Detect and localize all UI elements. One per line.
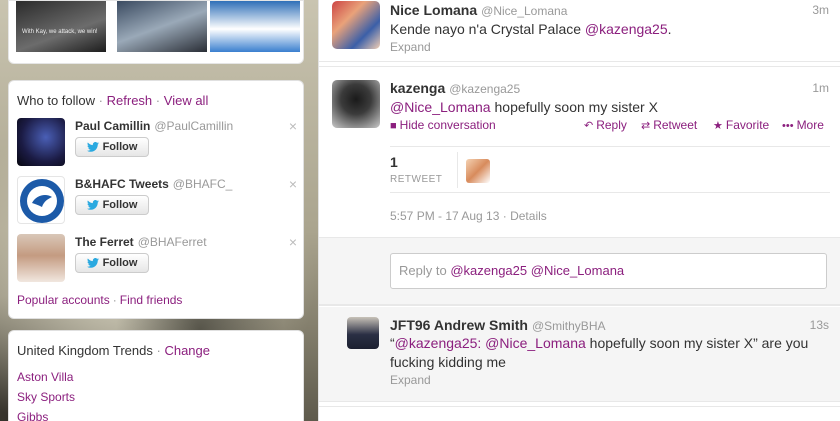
- stats-divider: [457, 152, 458, 188]
- details-link[interactable]: Details: [510, 209, 547, 223]
- user-handle: @BHAFerret: [137, 235, 207, 249]
- follow-button[interactable]: Follow: [75, 137, 149, 157]
- retweeter-avatar[interactable]: [466, 159, 490, 183]
- follow-button[interactable]: Follow: [75, 195, 149, 215]
- conversation-bubble-icon: ■: [390, 120, 397, 132]
- avatar[interactable]: [332, 1, 380, 49]
- avatar[interactable]: [17, 234, 65, 282]
- photo-caption: With Kay, we attack, we win!: [22, 29, 98, 35]
- user-handle: @PaulCamillin: [154, 119, 234, 133]
- tweet-next[interactable]: [319, 406, 840, 421]
- trend-list: Aston Villa Sky Sports Gibbs: [17, 367, 75, 421]
- refresh-link[interactable]: Refresh: [107, 93, 153, 108]
- suggested-user: The Ferret @BHAFerret × Follow: [17, 234, 297, 284]
- reply-mention: @kazenga25: [450, 263, 528, 278]
- more-button[interactable]: ••• More: [782, 118, 824, 132]
- user-name[interactable]: B&HAFC Tweets @BHAFC_: [75, 177, 232, 191]
- trends-title: United Kingdom Trends: [17, 343, 153, 358]
- view-all-link[interactable]: View all: [164, 93, 209, 108]
- timeline: Nice Lomana @Nice_Lomana 3m Kende nayo n'…: [318, 0, 840, 421]
- more-dots-icon: •••: [782, 120, 794, 132]
- tweet-handle: @Nice_Lomana: [481, 4, 568, 18]
- user-name[interactable]: The Ferret @BHAFerret: [75, 235, 207, 249]
- who-to-follow-title: Who to follow: [17, 93, 96, 108]
- mention-link[interactable]: @Nice_Lomana: [485, 335, 586, 351]
- photo-grid: With Kay, we attack, we win!: [8, 0, 304, 64]
- suggested-user: B&HAFC Tweets @BHAFC_ × Follow: [17, 176, 297, 226]
- reply-button[interactable]: ↶ Reply: [584, 118, 627, 132]
- popular-accounts-link[interactable]: Popular accounts: [17, 293, 110, 307]
- tweet-timestamp[interactable]: 13s: [810, 318, 829, 332]
- tweet-reply[interactable]: JFT96 Andrew Smith @SmithyBHA 13s “@kazen…: [319, 307, 840, 402]
- tweet-author[interactable]: JFT96 Andrew Smith @SmithyBHA: [390, 317, 605, 333]
- reply-icon: ↶: [584, 120, 594, 132]
- who-to-follow-module: Who to follow · Refresh · View all Paul …: [8, 80, 304, 319]
- twitter-bird-icon: [86, 200, 99, 210]
- follow-button[interactable]: Follow: [75, 253, 149, 273]
- tweet-timestamp[interactable]: 1m: [812, 81, 829, 95]
- hide-conversation-link[interactable]: ■ Hide conversation: [390, 118, 496, 132]
- avatar[interactable]: [347, 317, 379, 349]
- twitter-bird-icon: [86, 258, 99, 268]
- tweet-date: 5:57 PM - 17 Aug 13 · Details: [390, 209, 547, 223]
- change-trends-link[interactable]: Change: [164, 343, 210, 358]
- twitter-bird-icon: [86, 142, 99, 152]
- tweet-handle: @kazenga25: [449, 82, 521, 96]
- trends-module: United Kingdom Trends · Change Aston Vil…: [8, 330, 304, 421]
- mention-link[interactable]: @Nice_Lomana: [390, 99, 491, 115]
- expand-link[interactable]: Expand: [390, 373, 431, 387]
- retweet-count[interactable]: 1: [390, 154, 398, 170]
- club-crest-icon: [20, 179, 64, 223]
- avatar[interactable]: [17, 176, 65, 224]
- media-thumbnail-1[interactable]: With Kay, we attack, we win!: [16, 1, 106, 52]
- media-thumbnail-3[interactable]: [210, 1, 300, 52]
- media-thumbnail-2[interactable]: [117, 1, 207, 52]
- mention-link[interactable]: @kazenga25: [395, 335, 478, 351]
- trends-header: United Kingdom Trends · Change: [17, 343, 210, 358]
- user-handle: @BHAFC_: [172, 177, 233, 191]
- who-to-follow-header: Who to follow · Refresh · View all: [17, 93, 209, 108]
- avatar[interactable]: [332, 80, 380, 128]
- tweet-text: Kende nayo n'a Crystal Palace @kazenga25…: [390, 21, 672, 37]
- tweet-handle: @SmithyBHA: [531, 319, 606, 333]
- tweet-stats: 1 RETWEET: [390, 146, 830, 193]
- tweet-text: “@kazenga25: @Nice_Lomana hopefully soon…: [390, 335, 809, 370]
- reply-input[interactable]: Reply to @kazenga25 @Nice_Lomana: [390, 253, 827, 289]
- tweet-timestamp[interactable]: 3m: [812, 3, 829, 17]
- user-name[interactable]: Paul Camillin @PaulCamillin: [75, 119, 233, 133]
- trend-item[interactable]: Gibbs: [17, 410, 48, 421]
- star-icon: ★: [713, 120, 723, 132]
- find-friends-link[interactable]: Find friends: [120, 293, 183, 307]
- reply-area: Reply to @kazenga25 @Nice_Lomana: [319, 237, 840, 305]
- reply-mention: @Nice_Lomana: [530, 263, 625, 278]
- mention-link[interactable]: @kazenga25: [585, 21, 668, 37]
- trend-item[interactable]: Sky Sports: [17, 390, 75, 404]
- tweet[interactable]: Nice Lomana @Nice_Lomana 3m Kende nayo n'…: [319, 0, 840, 62]
- suggested-user: Paul Camillin @PaulCamillin × Follow: [17, 118, 297, 168]
- tweet-author[interactable]: Nice Lomana @Nice_Lomana: [390, 2, 567, 18]
- retweet-icon: ⇄: [641, 120, 651, 132]
- close-icon[interactable]: ×: [289, 234, 297, 250]
- trend-item[interactable]: Aston Villa: [17, 370, 73, 384]
- expand-link[interactable]: Expand: [390, 40, 431, 54]
- favorite-button[interactable]: ★ Favorite: [713, 118, 769, 132]
- who-to-follow-footer: Popular accounts · Find friends: [17, 293, 183, 307]
- close-icon[interactable]: ×: [289, 176, 297, 192]
- retweet-button[interactable]: ⇄ Retweet: [641, 118, 697, 132]
- retweet-count-label: RETWEET: [390, 174, 443, 185]
- tweet-actions: ■ Hide conversation ↶ Reply ⇄ Retweet ★ Favo…: [390, 118, 830, 136]
- tweet-text: @Nice_Lomana hopefully soon my sister X: [390, 99, 658, 115]
- close-icon[interactable]: ×: [289, 118, 297, 134]
- avatar[interactable]: [17, 118, 65, 166]
- tweet-author[interactable]: kazenga @kazenga25: [390, 80, 520, 96]
